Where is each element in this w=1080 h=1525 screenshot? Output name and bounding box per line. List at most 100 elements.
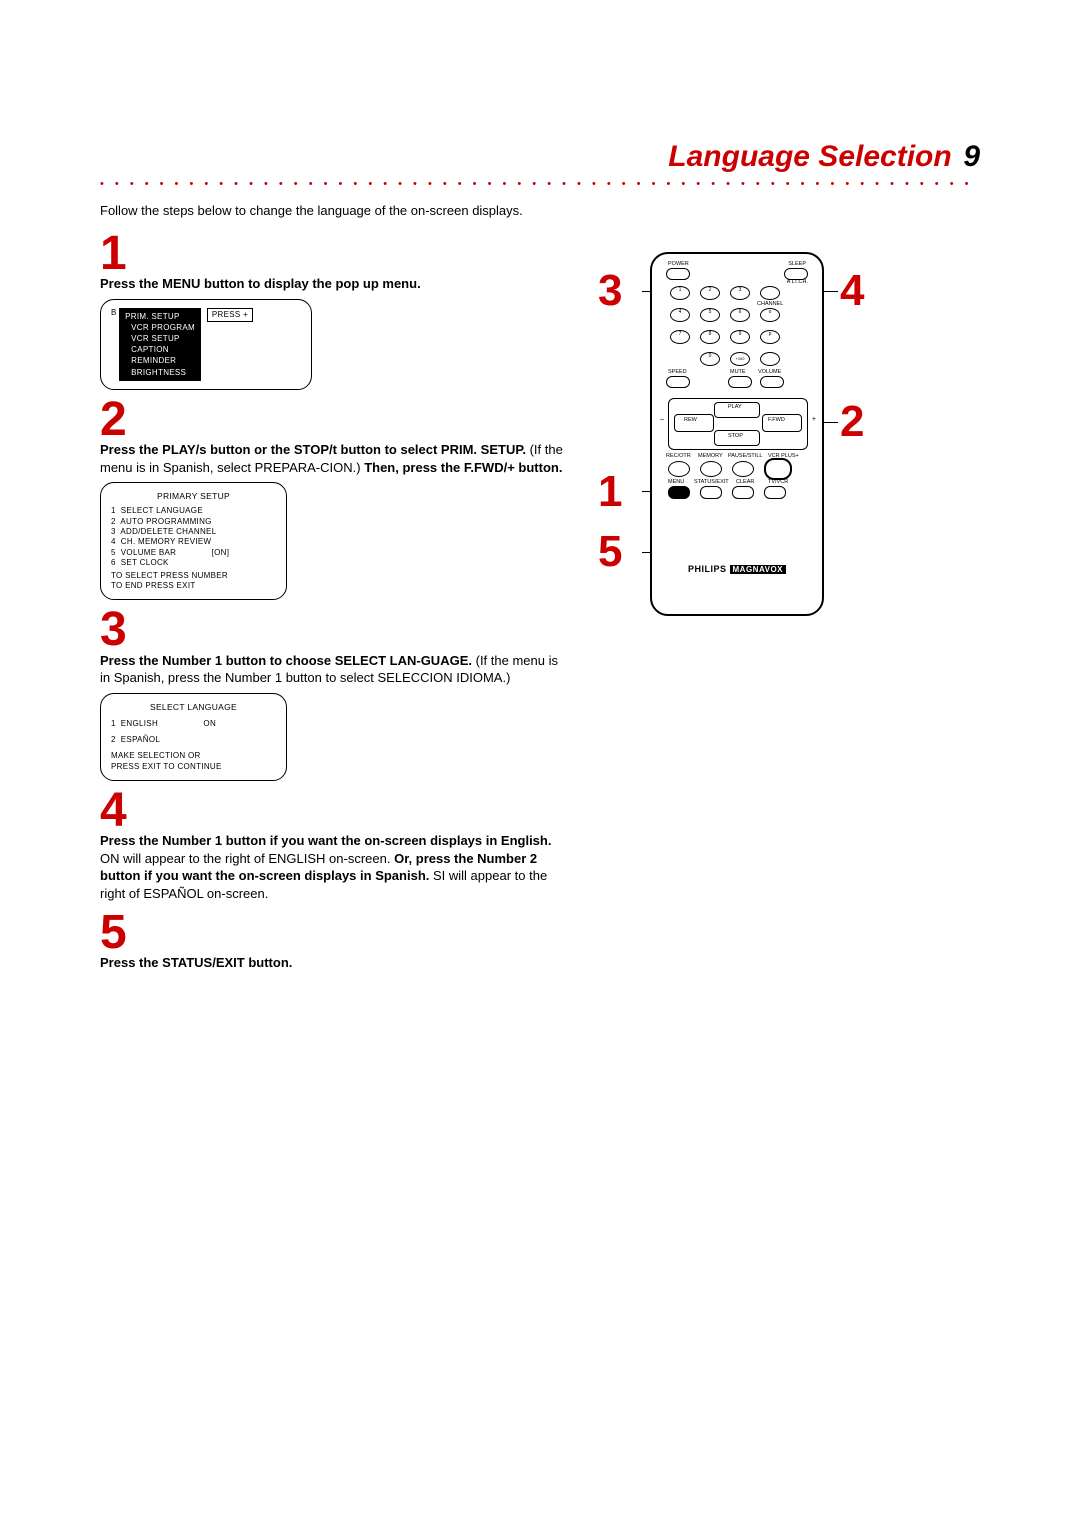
menu-line: 2 ESPAÑOL [111, 735, 276, 745]
clear-button[interactable] [732, 486, 754, 499]
num-5-button[interactable]: 5 [700, 308, 720, 322]
page-title: Language Selection [668, 140, 951, 173]
screen-title: PRIMARY SETUP [111, 491, 276, 502]
menu-footer: PRESS EXIT TO CONTINUE [111, 762, 276, 772]
menu-footer: MAKE SELECTION OR [111, 751, 276, 761]
step-number: 5 [100, 911, 570, 954]
step-number: 1 [100, 232, 570, 275]
mute-button[interactable] [728, 376, 752, 388]
step-number: 2 [100, 398, 570, 441]
label-recotr: REC/OTR [666, 454, 691, 460]
menu-cursor: B [111, 308, 117, 317]
num-2-button[interactable]: 2 [700, 286, 720, 300]
brand-magnavox: MAGNAVOX [730, 565, 787, 574]
page-number: 9 [963, 140, 980, 173]
speed-button[interactable] [666, 376, 690, 388]
brand: PHILIPS MAGNAVOX [652, 564, 822, 574]
step-4: 4 Press the Number 1 button if you want … [100, 789, 570, 902]
num-9-button[interactable]: 9 [730, 330, 750, 344]
memory-button[interactable] [700, 461, 722, 477]
label-altch: A LT.CH. [787, 280, 808, 286]
label-play: PLAY [728, 405, 742, 411]
step-number: 4 [100, 789, 570, 832]
num-6-button[interactable]: 6 [730, 308, 750, 322]
num-7-button[interactable]: 7 [670, 330, 690, 344]
channel-down-button[interactable]: p [760, 330, 780, 344]
menu-line: 3 ADD/DELETE CHANNEL [111, 527, 276, 537]
callout-2: 2 [840, 397, 864, 447]
step5-text: Press the STATUS/EXIT button. [100, 955, 292, 970]
num-3-button[interactable]: 3 [730, 286, 750, 300]
label-stop: STOP [728, 434, 743, 440]
step3-lead: Press the Number 1 button to choose SELE… [100, 653, 472, 668]
intro-text: Follow the steps below to change the lan… [100, 203, 570, 218]
label-pausestill: PAUSE/STILL [728, 454, 762, 460]
divider-dots: • • • • • • • • • • • • • • • • • • • • … [100, 178, 980, 190]
label-power: POWER [668, 262, 689, 268]
step4-a-plain: ON will appear to the right of ENGLISH o… [100, 851, 394, 866]
altch-button[interactable] [760, 286, 780, 300]
label-clear: CLEAR [736, 480, 754, 486]
label-channel: CHANNEL [757, 302, 783, 308]
label-menu: MENU [668, 480, 684, 486]
num-8-button[interactable]: 8 [700, 330, 720, 344]
title-row: Language Selection 9 [100, 140, 980, 174]
label-rew: REW [684, 418, 697, 424]
num-0-button[interactable]: 0 [700, 352, 720, 366]
menu-line: VCR SETUP [125, 333, 195, 344]
menu-line: 1 ENGLISH ON [111, 719, 276, 729]
menu-footer: TO END PRESS EXIT [111, 581, 276, 591]
step4-a-bold: Press the Number 1 button if you want th… [100, 833, 551, 848]
remote-wrap: 1 2 3 4 5 POWER SLEEP A LT.CH. [650, 252, 980, 616]
menu-line: 2 AUTO PROGRAMMING [111, 517, 276, 527]
menu-footer: TO SELECT PRESS NUMBER [111, 571, 276, 581]
rec-button[interactable] [668, 461, 690, 477]
menu-button[interactable] [668, 486, 690, 499]
label-memory: MEMORY [698, 454, 723, 460]
callout-3: 3 [598, 266, 622, 316]
label-speed: SPEED [668, 370, 687, 376]
num-4-button[interactable]: 4 [670, 308, 690, 322]
step-2: 2 Press the PLAY/s button or the STOP/t … [100, 398, 570, 600]
label-tvvcr: TV/VCR [768, 480, 788, 486]
label-statusexit: STATUS/EXIT [694, 480, 729, 486]
pause-button[interactable] [732, 461, 754, 477]
content: 1 Press the MENU button to display the p… [100, 224, 980, 977]
channel-up-button[interactable]: o [760, 308, 780, 322]
menu-line: BRIGHTNESS [125, 367, 195, 378]
screen-select-language: SELECT LANGUAGE 1 ENGLISH ON 2 ESPAÑOL M… [100, 693, 287, 782]
callout-4: 4 [840, 266, 864, 316]
menu-line: 6 SET CLOCK [111, 558, 276, 568]
left-column: 1 Press the MENU button to display the p… [100, 224, 570, 977]
num-1-button[interactable]: 1 [670, 286, 690, 300]
menu-line: 1 SELECT LANGUAGE [111, 506, 276, 516]
label-volume: VOLUME [758, 370, 781, 376]
callout-5: 5 [598, 527, 622, 577]
right-column: 1 2 3 4 5 POWER SLEEP A LT.CH. [590, 224, 980, 616]
label-sleep: SLEEP [788, 262, 806, 268]
press-plus: PRESS + [207, 308, 253, 322]
vcrplus-button[interactable] [764, 458, 792, 480]
menu-line: REMINDER [125, 355, 195, 366]
label-ffwd: F.FWD [768, 418, 785, 424]
label-minus: – [660, 416, 664, 423]
step-number: 3 [100, 608, 570, 651]
label-plus: + [812, 416, 816, 423]
remote-control: POWER SLEEP A LT.CH. 1 2 3 4 5 6 CHANNEL… [650, 252, 824, 616]
channel-extra-button[interactable] [760, 352, 780, 366]
screen-title: SELECT LANGUAGE [111, 702, 276, 713]
power-button[interactable] [666, 268, 690, 280]
status-exit-button[interactable] [700, 486, 722, 499]
step2-trail: Then, press the F.FWD/+ button. [364, 460, 562, 475]
step2-lead: Press the PLAY/s button or the STOP/t bu… [100, 442, 526, 457]
menu-line: VCR PROGRAM [125, 322, 195, 333]
volume-button[interactable] [760, 376, 784, 388]
callout-1: 1 [598, 467, 622, 517]
menu-line: PRIM. SETUP [125, 311, 195, 322]
screen-popup-menu: B PRIM. SETUP VCR PROGRAM VCR SETUP CAPT… [100, 299, 312, 390]
step1-text: Press the MENU button to display the pop… [100, 276, 421, 291]
num-plus100-button[interactable]: +100 [730, 352, 750, 366]
step-5: 5 Press the STATUS/EXIT button. [100, 911, 570, 972]
tvvcr-button[interactable] [764, 486, 786, 499]
label-mute: MUTE [730, 370, 746, 376]
